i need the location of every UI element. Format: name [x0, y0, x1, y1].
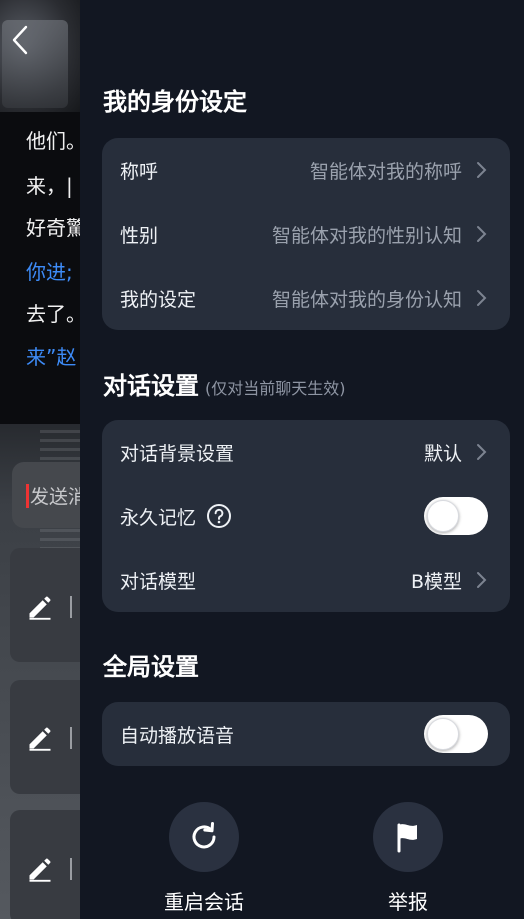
pencil-icon[interactable]	[26, 724, 54, 752]
settings-panel: 我的身份设定 称呼 智能体对我的称呼 性别 智能体对我的性别认知 我的设定 智能…	[80, 0, 524, 919]
global-settings-card: 自动播放语音	[102, 702, 510, 766]
autoplay-voice-label: 自动播放语音	[120, 724, 235, 747]
identity-section-title: 我的身份设定	[103, 88, 247, 116]
permanent-memory-toggle[interactable]	[424, 497, 488, 535]
chat-model-label: 对话模型	[120, 570, 197, 593]
report-circle	[373, 802, 443, 872]
chevron-right-icon	[477, 162, 487, 178]
pencil-icon[interactable]	[26, 855, 54, 883]
chat-text-line: 你进;	[26, 260, 73, 284]
chevron-right-icon	[477, 444, 487, 460]
restart-session-label: 重启会话	[164, 890, 244, 914]
chat-background-row[interactable]: 对话背景设置 默认	[102, 420, 510, 484]
global-section-title: 全局设置	[103, 653, 199, 681]
dialog-title-text: 对话设置	[103, 372, 199, 400]
input-divider	[70, 596, 72, 618]
autoplay-voice-row: 自动播放语音	[102, 702, 510, 766]
gender-label: 性别	[120, 224, 159, 247]
chat-model-row[interactable]: 对话模型 B模型	[102, 548, 510, 612]
my-profile-value: 智能体对我的身份认知	[271, 288, 462, 311]
input-caret	[26, 484, 29, 508]
autoplay-voice-toggle[interactable]	[424, 715, 488, 753]
chevron-right-icon	[477, 290, 487, 306]
restart-circle	[169, 802, 239, 872]
message-input-placeholder: 发送消	[30, 486, 88, 508]
my-profile-label: 我的设定	[120, 288, 197, 311]
chevron-right-icon	[477, 226, 487, 242]
restart-session-button[interactable]: 重启会话	[144, 802, 264, 915]
dialog-section-title: 对话设置 (仅对当前聊天生效)	[103, 366, 346, 401]
chat-model-value: B模型	[410, 570, 462, 593]
my-profile-row[interactable]: 我的设定 智能体对我的身份认知	[102, 266, 510, 330]
input-divider	[70, 727, 72, 749]
chevron-right-icon	[477, 572, 487, 588]
nickname-row[interactable]: 称呼 智能体对我的称呼	[102, 138, 510, 202]
dialog-subtitle: (仅对当前聊天生效)	[205, 379, 346, 398]
chat-text-line: 来”赵	[26, 345, 77, 369]
report-label: 举报	[388, 890, 428, 914]
report-button[interactable]: 举报	[348, 802, 468, 915]
permanent-memory-label: 永久记忆	[120, 506, 197, 529]
gender-row[interactable]: 性别 智能体对我的性别认知	[102, 202, 510, 266]
chat-text-line: 来，|	[26, 174, 73, 198]
input-divider	[70, 858, 72, 880]
permanent-memory-row: 永久记忆	[102, 484, 510, 548]
pencil-icon[interactable]	[26, 593, 54, 621]
nickname-value: 智能体对我的称呼	[309, 160, 462, 183]
identity-settings-card: 称呼 智能体对我的称呼 性别 智能体对我的性别认知 我的设定 智能体对我的身份认…	[102, 138, 510, 330]
chat-background-label: 对话背景设置	[120, 442, 235, 465]
chat-text-line: 去了。	[26, 302, 86, 326]
gender-value: 智能体对我的性别认知	[271, 224, 462, 247]
question-circle-icon[interactable]	[206, 503, 232, 529]
toggle-knob	[427, 500, 459, 532]
chevron-left-icon	[12, 25, 28, 55]
back-button[interactable]	[4, 22, 36, 58]
refresh-icon	[192, 822, 216, 849]
dialog-settings-card: 对话背景设置 默认 永久记忆 对话模型 B模型	[102, 420, 510, 612]
nickname-label: 称呼	[120, 160, 159, 183]
flag-icon	[397, 823, 417, 853]
toggle-knob	[427, 718, 459, 750]
chat-text-line: 他们。	[26, 129, 86, 153]
chat-text-line: 好奇驚	[26, 216, 86, 240]
chat-background-value: 默认	[423, 442, 462, 465]
